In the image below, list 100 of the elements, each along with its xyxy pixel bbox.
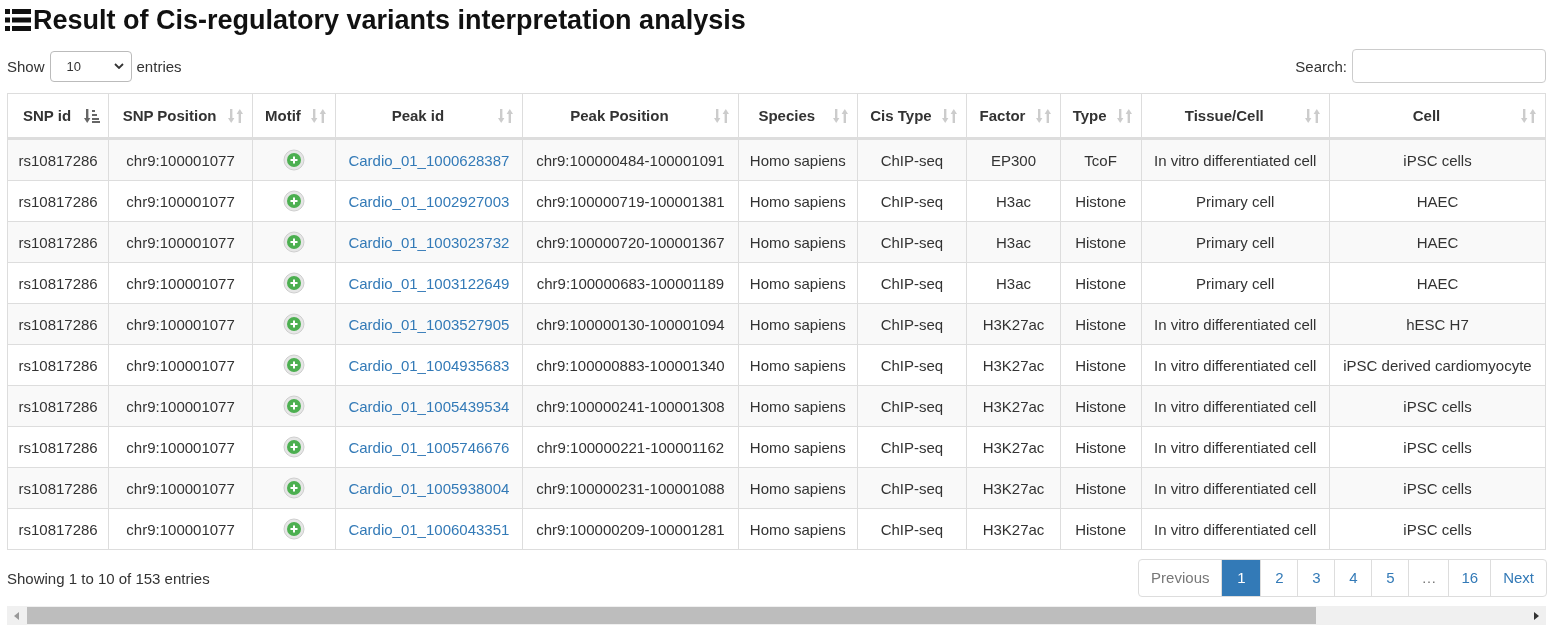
table-cell: Histone	[1060, 467, 1142, 509]
table-cell: rs10817286	[7, 221, 109, 263]
table-cell: H3K27ac	[966, 467, 1061, 509]
entries-label: entries	[136, 57, 182, 75]
table-cell: TcoF	[1060, 138, 1142, 181]
table-cell: chr9:100001077	[108, 508, 253, 550]
entries-dropdown[interactable]: 10	[49, 50, 132, 82]
table-cell: H3K27ac	[966, 344, 1061, 386]
scrollbar-thumb[interactable]	[27, 607, 1317, 624]
page-button[interactable]: 16	[1448, 560, 1491, 596]
table-cell: rs10817286	[7, 385, 109, 427]
plus-circle-icon	[282, 313, 305, 335]
table-cell: rs10817286	[7, 467, 109, 509]
scroll-right-icon	[1532, 610, 1540, 621]
page-button[interactable]: 5	[1371, 560, 1409, 596]
table-cell: Homo sapiens	[738, 467, 858, 509]
table-cell: chr9:100001077	[108, 221, 253, 263]
page-button[interactable]: 3	[1297, 560, 1335, 596]
table-cell: ChIP-seq	[857, 467, 967, 509]
table-cell: ChIP-seq	[857, 138, 967, 181]
table-cell: Histone	[1060, 262, 1142, 304]
table-cell: Homo sapiens	[738, 426, 858, 468]
page-button[interactable]: Next	[1490, 560, 1546, 596]
table-cell: ChIP-seq	[857, 385, 967, 427]
show-label: Show	[7, 57, 45, 75]
chevron-down-icon	[113, 63, 124, 69]
page-button[interactable]: 2	[1260, 560, 1298, 596]
table-cell: chr9:100001077	[108, 138, 253, 181]
table-cell: Primary cell	[1141, 180, 1330, 222]
table-cell: H3K27ac	[966, 508, 1061, 550]
plus-circle-icon	[282, 354, 305, 376]
table-cell: chr9:100000209-100001281	[522, 508, 739, 550]
search-field[interactable]	[1352, 49, 1546, 83]
table-cell: Homo sapiens	[738, 508, 858, 550]
table-cell: rs10817286	[7, 344, 109, 386]
table-cell: iPSC cells	[1329, 138, 1546, 181]
table-cell: iPSC cells	[1329, 385, 1546, 427]
table-cell: H3ac	[966, 262, 1061, 304]
table-cell: In vitro differentiated cell	[1141, 138, 1330, 181]
table-cell: Histone	[1060, 426, 1142, 468]
table-cell: iPSC cells	[1329, 426, 1546, 468]
table-cell: Histone	[1060, 303, 1142, 345]
table-cell: chr9:100001077	[108, 303, 253, 345]
plus-circle-icon	[282, 395, 305, 417]
table-cell: H3ac	[966, 180, 1061, 222]
table-cell: Homo sapiens	[738, 221, 858, 263]
table-cell: chr9:100000683-100001189	[522, 262, 739, 304]
table-cell: EP300	[966, 138, 1061, 181]
table-cell: ChIP-seq	[857, 180, 967, 222]
table-cell: In vitro differentiated cell	[1141, 467, 1330, 509]
table-cell: Histone	[1060, 180, 1142, 222]
table-cell: ChIP-seq	[857, 344, 967, 386]
search-label: Search:	[1295, 57, 1347, 75]
table-cell: In vitro differentiated cell	[1141, 508, 1330, 550]
table-cell: chr9:100001077	[108, 385, 253, 427]
table-cell: In vitro differentiated cell	[1141, 303, 1330, 345]
table-cell: chr9:100001077	[108, 426, 253, 468]
plus-circle-icon	[282, 272, 305, 294]
table-cell: rs10817286	[7, 138, 109, 181]
table-cell: chr9:100001077	[108, 467, 253, 509]
table-cell: Histone	[1060, 221, 1142, 263]
table-cell: Homo sapiens	[738, 262, 858, 304]
table-cell: chr9:100000130-100001094	[522, 303, 739, 345]
table-cell: H3K27ac	[966, 385, 1061, 427]
list-icon	[5, 8, 31, 32]
page-button[interactable]: 1	[1221, 560, 1261, 596]
table-cell: H3K27ac	[966, 303, 1061, 345]
table-cell: In vitro differentiated cell	[1141, 344, 1330, 386]
page-button[interactable]: 4	[1334, 560, 1372, 596]
table-cell: Homo sapiens	[738, 138, 858, 181]
table-cell: HAEC	[1329, 221, 1546, 263]
table-cell: chr9:100000241-100001308	[522, 385, 739, 427]
table-cell: Homo sapiens	[738, 344, 858, 386]
plus-circle-icon	[282, 149, 305, 171]
plus-circle-icon	[282, 518, 305, 540]
table-cell: In vitro differentiated cell	[1141, 385, 1330, 427]
table-cell: chr9:100001077	[108, 180, 253, 222]
table-cell: hESC H7	[1329, 303, 1546, 345]
table-cell: chr9:100000231-100001088	[522, 467, 739, 509]
table-cell: chr9:100000883-100001340	[522, 344, 739, 386]
table-cell: iPSC cells	[1329, 508, 1546, 550]
table-cell: HAEC	[1329, 262, 1546, 304]
plus-circle-icon	[282, 231, 305, 253]
table-cell: ChIP-seq	[857, 221, 967, 263]
table-cell: chr9:100000484-100001091	[522, 138, 739, 181]
table-cell: In vitro differentiated cell	[1141, 426, 1330, 468]
table-cell: Histone	[1060, 385, 1142, 427]
table-cell: ChIP-seq	[857, 262, 967, 304]
table-cell: Primary cell	[1141, 262, 1330, 304]
table-cell: chr9:100000221-100001162	[522, 426, 739, 468]
table-cell: rs10817286	[7, 180, 109, 222]
table-info: Showing 1 to 10 of 153 entries	[7, 569, 210, 587]
table-cell: ChIP-seq	[857, 303, 967, 345]
table-cell: HAEC	[1329, 180, 1546, 222]
table-cell: Homo sapiens	[738, 303, 858, 345]
table-cell: iPSC cells	[1329, 467, 1546, 509]
table-cell: rs10817286	[7, 508, 109, 550]
table-cell: Primary cell	[1141, 221, 1330, 263]
horizontal-scrollbar[interactable]	[7, 606, 1546, 625]
table-cell: Histone	[1060, 508, 1142, 550]
